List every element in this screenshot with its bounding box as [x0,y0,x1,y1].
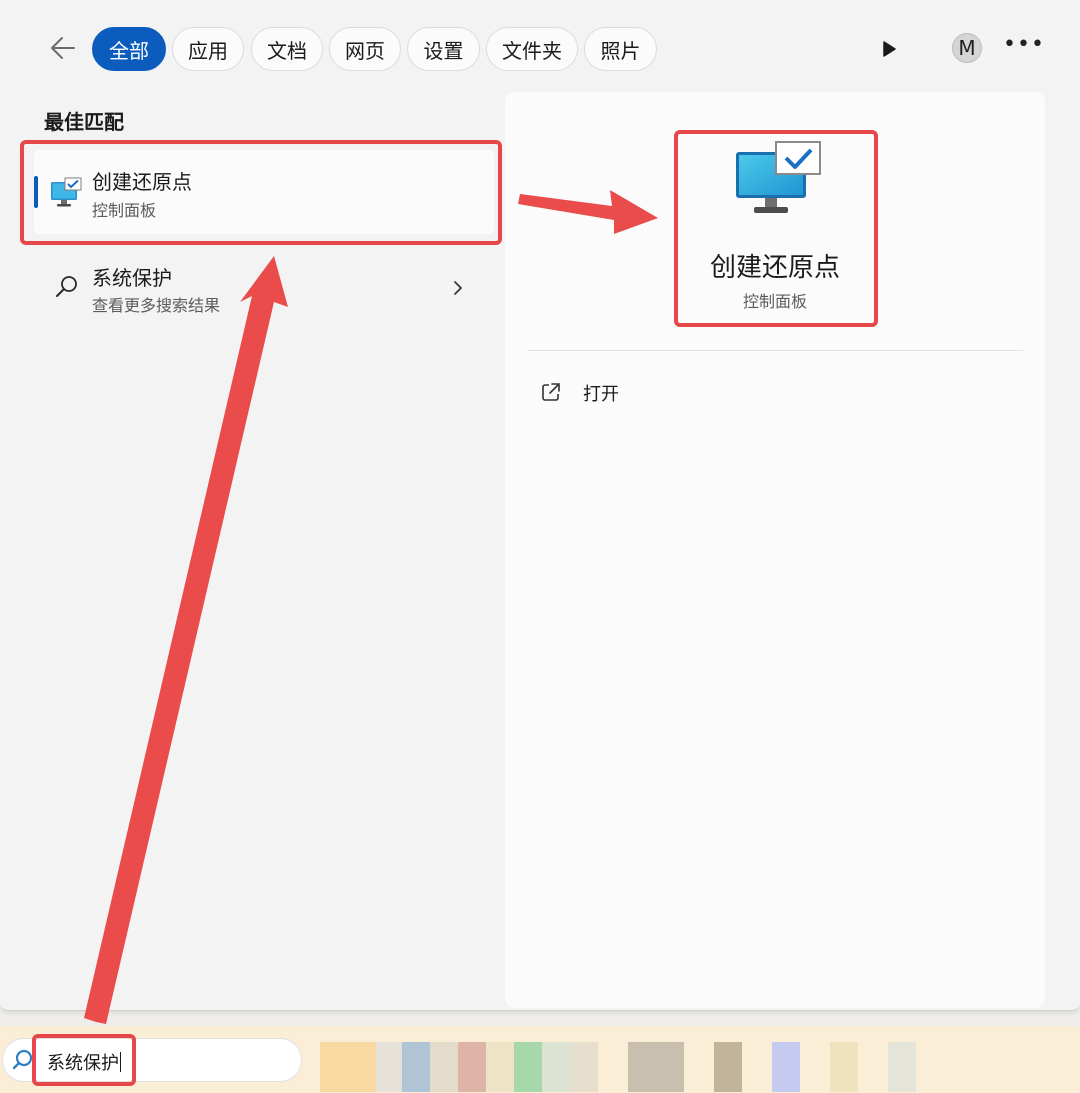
monitor-checkmark-icon [51,177,82,207]
more-filters-button[interactable] [874,34,904,64]
detail-subtitle: 控制面板 [742,292,807,311]
play-icon [883,41,896,57]
web-search-subtitle: 查看更多搜索结果 [92,296,221,315]
detail-title: 创建还原点 [709,253,840,283]
divider [527,350,1023,351]
best-match-result[interactable]: 创建还原点 控制面板 [34,150,494,234]
filter-chip-settings[interactable]: 设置 [407,27,480,71]
chevron-right-icon[interactable] [451,277,465,299]
filter-bar: 全部 应用 文档 网页 设置 文件夹 照片 M ••• [0,0,1080,96]
filter-chip-folders[interactable]: 文件夹 [486,27,578,71]
open-external-icon [542,383,560,401]
filter-chip-apps[interactable]: 应用 [172,27,244,71]
best-match-title: 创建还原点 [92,170,192,194]
selection-indicator [34,176,38,208]
filter-chip-documents[interactable]: 文档 [251,27,323,71]
taskbar-search-input[interactable]: 系统保护 [2,1038,302,1082]
taskbar-search-text: 系统保护 [47,1052,121,1074]
open-action-label: 打开 [583,384,619,405]
search-icon [12,1049,33,1070]
filter-chip-web[interactable]: 网页 [329,27,401,71]
search-window: 全部 应用 文档 网页 设置 文件夹 照片 M ••• 最佳匹配 创建还原点 控… [0,0,1080,1011]
more-icon[interactable]: ••• [1003,33,1044,63]
account-avatar[interactable]: M [952,33,982,63]
taskbar: 系统保护 [0,1026,1080,1093]
pinned-apps-blurred [320,1042,932,1092]
open-action-button[interactable]: 打开 [539,374,739,410]
web-search-title: 系统保护 [92,266,172,290]
back-button[interactable] [44,30,84,66]
best-match-subtitle: 控制面板 [92,201,157,220]
arrow-left-icon [51,37,75,59]
best-match-heading: 最佳匹配 [44,110,124,134]
filter-chip-all[interactable]: 全部 [92,27,166,71]
search-icon [56,276,77,297]
monitor-checkmark-icon [736,141,821,213]
web-search-result[interactable]: 系统保护 查看更多搜索结果 [34,254,494,324]
filter-chip-photos[interactable]: 照片 [584,27,657,71]
detail-pane: 创建还原点 控制面板 打开 [505,92,1045,1008]
